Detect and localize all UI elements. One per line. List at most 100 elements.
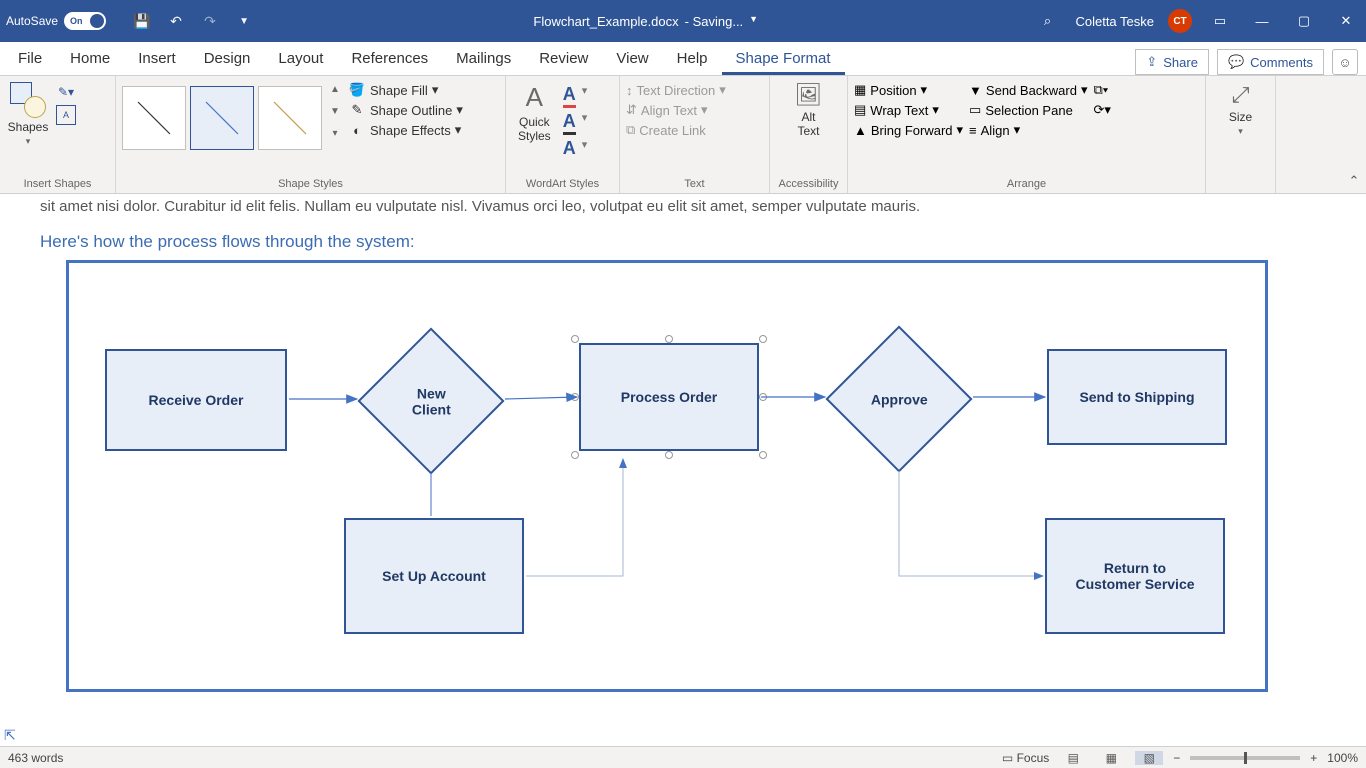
rotate-icon: ⟳▾ xyxy=(1094,102,1111,118)
styles-more-icon[interactable]: ▾ xyxy=(328,124,342,142)
shape-send-shipping[interactable]: Send to Shipping xyxy=(1047,349,1227,445)
autosave-state: On xyxy=(70,16,83,26)
toggle-knob xyxy=(90,14,104,28)
edit-shape-icon[interactable]: ✎▾ xyxy=(56,82,76,102)
zoom-out-icon[interactable]: − xyxy=(1173,751,1180,765)
shape-effects-button[interactable]: ◐Shape Effects ▾ xyxy=(348,122,463,138)
align-text-icon: ⇵ xyxy=(626,102,637,118)
wrap-text-label: Wrap Text xyxy=(870,103,928,118)
autosave-toggle[interactable]: On xyxy=(64,12,106,30)
size-label: Size xyxy=(1229,110,1252,124)
tab-home[interactable]: Home xyxy=(56,44,124,75)
shape-approve-label: Approve xyxy=(871,391,928,407)
intro-heading: Here's how the process flows through the… xyxy=(40,232,415,252)
shapes-button[interactable]: Shapes ▾ xyxy=(6,80,50,147)
comments-button[interactable]: 💬Comments xyxy=(1217,49,1324,75)
zoom-slider[interactable] xyxy=(1190,756,1300,760)
feedback-icon[interactable]: ☺ xyxy=(1332,49,1358,75)
word-count[interactable]: 463 words xyxy=(8,751,63,765)
title-dropdown-icon[interactable]: ▼ xyxy=(749,14,758,29)
title-bar: AutoSave On 💾 ↶ ↷ ▼ Flowchart_Example.do… xyxy=(0,0,1366,42)
tab-design[interactable]: Design xyxy=(190,44,265,75)
ribbon-mode-icon[interactable]: ▭ xyxy=(1206,13,1234,29)
shape-outline-button[interactable]: ✎Shape Outline ▾ xyxy=(348,102,463,118)
titlebar-left: AutoSave On 💾 ↶ ↷ ▼ xyxy=(6,12,258,30)
status-bar: 463 words ▭ Focus ▤ ▦ ▧ − + 100% xyxy=(0,746,1366,768)
selection-pane-button[interactable]: ▭Selection Pane xyxy=(969,102,1087,118)
document-saving: - Saving... xyxy=(685,14,744,29)
group-text: ↕Text Direction ▾ ⇵Align Text ▾ ⧉Create … xyxy=(620,76,770,193)
position-label: Position xyxy=(870,83,916,98)
bring-forward-label: Bring Forward xyxy=(871,123,953,138)
wrap-text-button[interactable]: ▤Wrap Text ▾ xyxy=(854,102,963,118)
rotate-button[interactable]: ⟳▾ xyxy=(1094,102,1111,118)
tab-view[interactable]: View xyxy=(602,44,662,75)
avatar[interactable]: CT xyxy=(1168,9,1192,33)
alt-text-button[interactable]: 🖼 Alt Text xyxy=(789,80,829,138)
tab-help[interactable]: Help xyxy=(663,44,722,75)
titlebar-right: ⌕ Coletta Teske CT ▭ — ▢ ✕ xyxy=(1033,9,1360,33)
send-backward-button[interactable]: ▼Send Backward ▾ xyxy=(969,82,1087,98)
tab-shape-format[interactable]: Shape Format xyxy=(722,44,845,75)
tab-file[interactable]: File xyxy=(4,44,56,75)
close-icon[interactable]: ✕ xyxy=(1332,13,1360,29)
undo-icon[interactable]: ↶ xyxy=(162,13,190,30)
style-preset-3[interactable] xyxy=(258,86,322,150)
position-button[interactable]: ▦Position ▾ xyxy=(854,82,963,98)
send-backward-icon: ▼ xyxy=(969,83,982,98)
view-web-icon[interactable]: ▧ xyxy=(1135,751,1163,765)
group-insert-shapes: Shapes ▾ ✎▾ A Insert Shapes xyxy=(0,76,116,193)
autosave-label: AutoSave xyxy=(6,14,58,28)
styles-scroll-up-icon[interactable]: ▲ xyxy=(328,80,342,98)
tab-layout[interactable]: Layout xyxy=(264,44,337,75)
drawing-canvas[interactable]: Receive Order Process Order Send to Ship… xyxy=(66,260,1268,692)
group-objects-button[interactable]: ⧉▾ xyxy=(1094,82,1111,98)
redo-icon[interactable]: ↷ xyxy=(196,13,224,30)
maximize-icon[interactable]: ▢ xyxy=(1290,13,1318,29)
styles-scroll-down-icon[interactable]: ▼ xyxy=(328,102,342,120)
document-canvas[interactable]: sit amet nisi dolor. Curabitur id elit f… xyxy=(0,194,1366,746)
align-button[interactable]: ≡Align ▾ xyxy=(969,122,1087,138)
search-icon[interactable]: ⌕ xyxy=(1033,13,1061,29)
tab-insert[interactable]: Insert xyxy=(124,44,190,75)
tab-mailings[interactable]: Mailings xyxy=(442,44,525,75)
shape-receive-order[interactable]: Receive Order xyxy=(105,349,287,451)
zoom-level[interactable]: 100% xyxy=(1327,751,1358,765)
view-print-icon[interactable]: ▦ xyxy=(1097,751,1125,765)
size-button[interactable]: ⤢ Size ▾ xyxy=(1223,80,1258,137)
text-fill-icon: A▾ xyxy=(563,84,588,108)
style-preset-1[interactable] xyxy=(122,86,186,150)
shape-receive-order-label: Receive Order xyxy=(149,392,244,408)
shape-new-client[interactable]: New Client xyxy=(357,327,504,474)
send-backward-label: Send Backward xyxy=(986,83,1077,98)
view-read-icon[interactable]: ▤ xyxy=(1059,751,1087,765)
effects-icon: ◐ xyxy=(348,123,366,138)
save-icon[interactable]: 💾 xyxy=(128,13,156,30)
zoom-in-icon[interactable]: + xyxy=(1310,751,1317,765)
share-button[interactable]: ⇪Share xyxy=(1135,49,1209,75)
alt-text-icon: 🖼 xyxy=(795,82,823,108)
ribbon-tabs: File Home Insert Design Layout Reference… xyxy=(0,42,1366,76)
titlebar-center: Flowchart_Example.docx - Saving... ▼ xyxy=(258,14,1033,29)
bring-forward-button[interactable]: ▲Bring Forward ▾ xyxy=(854,122,963,138)
text-box-icon[interactable]: A xyxy=(56,105,76,125)
quick-styles-icon: A xyxy=(526,82,543,113)
text-effects-icon: A▾ xyxy=(563,138,588,159)
ribbon-collapse-icon[interactable]: ⌃ xyxy=(1342,76,1366,193)
shape-set-up-account-label: Set Up Account xyxy=(382,568,486,584)
shape-return-cs[interactable]: Return to Customer Service xyxy=(1045,518,1225,634)
shape-fill-button[interactable]: 🪣Shape Fill ▾ xyxy=(348,82,463,98)
pen-icon: ✎ xyxy=(348,102,366,118)
user-name[interactable]: Coletta Teske xyxy=(1075,14,1154,29)
shape-approve[interactable]: Approve xyxy=(825,325,972,472)
style-preset-2[interactable] xyxy=(190,86,254,150)
tab-references[interactable]: References xyxy=(337,44,442,75)
tab-review[interactable]: Review xyxy=(525,44,602,75)
customize-qat-icon[interactable]: ▼ xyxy=(230,16,258,27)
group-label-wordart-styles: WordArt Styles xyxy=(512,178,613,193)
focus-label: Focus xyxy=(1017,751,1050,765)
shape-set-up-account[interactable]: Set Up Account xyxy=(344,518,524,634)
minimize-icon[interactable]: — xyxy=(1248,14,1276,29)
text-direction-button: ↕Text Direction ▾ xyxy=(626,82,726,98)
focus-mode-button[interactable]: ▭ Focus xyxy=(1002,751,1049,765)
